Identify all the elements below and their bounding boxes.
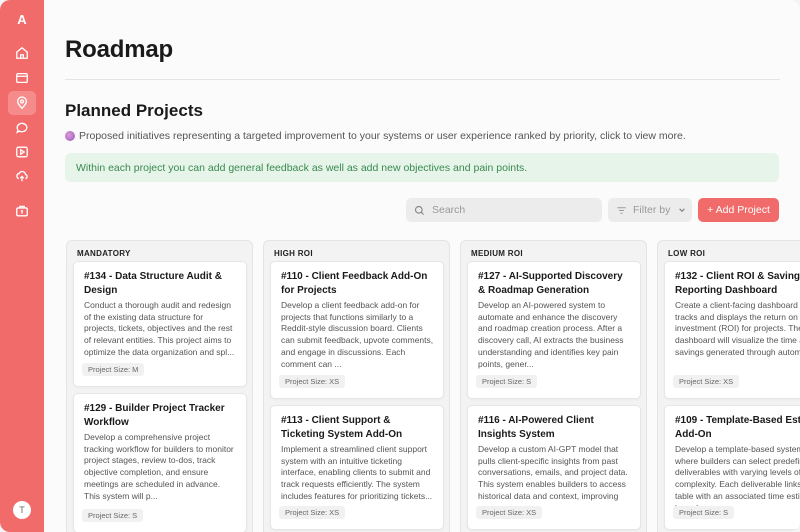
project-size-badge: Project Size: M (82, 363, 145, 376)
card-title: #132 - Client ROI & Savings Reporting Da… (675, 271, 800, 296)
card-title: #134 - Data Structure Audit & Design (84, 271, 222, 296)
filter-dropdown[interactable]: Filter by (608, 198, 692, 222)
project-size-badge: Project Size: S (673, 506, 735, 519)
column-title: HIGH ROI (274, 249, 313, 258)
card-description: Develop a template-based system where bu… (675, 444, 800, 513)
column-high-roi: HIGH ROI #110 - Client Feedback Add-On f… (263, 240, 450, 532)
card-title: #109 - Template-Based Estimate Add-On (675, 415, 800, 440)
project-card[interactable]: #134 - Data Structure Audit & Design Con… (73, 261, 247, 387)
card-description: Develop a comprehensive project tracking… (84, 432, 234, 501)
user-avatar[interactable]: T (13, 501, 31, 519)
card-description: Create a client-facing dashboard that tr… (675, 300, 800, 357)
subtitle-text: Proposed initiatives representing a targ… (79, 130, 686, 142)
app-window: A T Roadmap Planned Projects Proposed in… (0, 0, 800, 532)
project-card[interactable]: #109 - Template-Based Estimate Add-On De… (664, 405, 800, 530)
project-card[interactable]: #116 - AI-Powered Client Insights System… (467, 405, 641, 530)
project-card[interactable]: #132 - Client ROI & Savings Reporting Da… (664, 261, 800, 399)
home-icon[interactable] (8, 41, 36, 65)
search-icon (414, 205, 425, 215)
card-description: Conduct a thorough audit and redesign of… (84, 300, 235, 357)
column-title: MANDATORY (77, 249, 131, 258)
project-card[interactable]: #129 - Builder Project Tracker Workflow … (73, 393, 247, 532)
inbox-icon[interactable] (8, 66, 36, 90)
column-title: LOW ROI (668, 249, 706, 258)
title-divider (65, 79, 780, 80)
page-title: Roadmap (65, 36, 173, 63)
project-size-badge: Project Size: XS (673, 375, 740, 388)
cloud-upload-icon[interactable] (8, 164, 36, 188)
card-title: #113 - Client Support & Ticketing System… (281, 415, 403, 440)
column-medium-roi: MEDIUM ROI #127 - AI-Supported Discovery… (460, 240, 647, 532)
card-description: Develop an AI-powered system to automate… (478, 300, 624, 369)
card-title: #129 - Builder Project Tracker Workflow (84, 403, 225, 428)
card-description: Develop a custom AI-GPT model that pulls… (478, 444, 628, 513)
main-content: Roadmap Planned Projects Proposed initia… (44, 0, 800, 532)
info-notice: Within each project you can add general … (65, 153, 779, 182)
briefcase-icon[interactable] (8, 199, 36, 223)
search-input[interactable] (432, 204, 592, 216)
section-subtitle: Proposed initiatives representing a targ… (65, 130, 686, 142)
app-logo[interactable]: A (0, 12, 44, 27)
video-icon[interactable] (8, 140, 36, 164)
add-project-button[interactable]: + Add Project (698, 198, 779, 222)
chevron-down-icon (679, 208, 686, 213)
card-title: #116 - AI-Powered Client Insights System (478, 415, 594, 440)
map-pin-icon[interactable] (8, 91, 36, 115)
project-size-badge: Project Size: XS (476, 506, 543, 519)
project-size-badge: Project Size: XS (279, 375, 346, 388)
section-title: Planned Projects (65, 101, 203, 120)
filter-icon (617, 206, 626, 214)
search-box[interactable] (406, 198, 602, 222)
column-low-roi: LOW ROI #132 - Client ROI & Savings Repo… (657, 240, 800, 532)
sidebar: A T (0, 0, 44, 532)
filter-label: Filter by (633, 204, 671, 216)
card-description: Implement a streamlined client support s… (281, 444, 433, 501)
card-description: Develop a client feedback add-on for pro… (281, 300, 434, 369)
column-title: MEDIUM ROI (471, 249, 523, 258)
project-size-badge: Project Size: S (82, 509, 144, 522)
chat-icon[interactable] (8, 116, 36, 140)
project-card[interactable]: #110 - Client Feedback Add-On for Projec… (270, 261, 444, 399)
project-card[interactable]: #127 - AI-Supported Discovery & Roadmap … (467, 261, 641, 399)
card-title: #110 - Client Feedback Add-On for Projec… (281, 271, 428, 296)
project-card[interactable]: #113 - Client Support & Ticketing System… (270, 405, 444, 530)
card-title: #127 - AI-Supported Discovery & Roadmap … (478, 271, 623, 296)
project-size-badge: Project Size: S (476, 375, 538, 388)
project-size-badge: Project Size: XS (279, 506, 346, 519)
column-mandatory: MANDATORY #134 - Data Structure Audit & … (66, 240, 253, 532)
crystal-ball-icon (65, 131, 75, 141)
